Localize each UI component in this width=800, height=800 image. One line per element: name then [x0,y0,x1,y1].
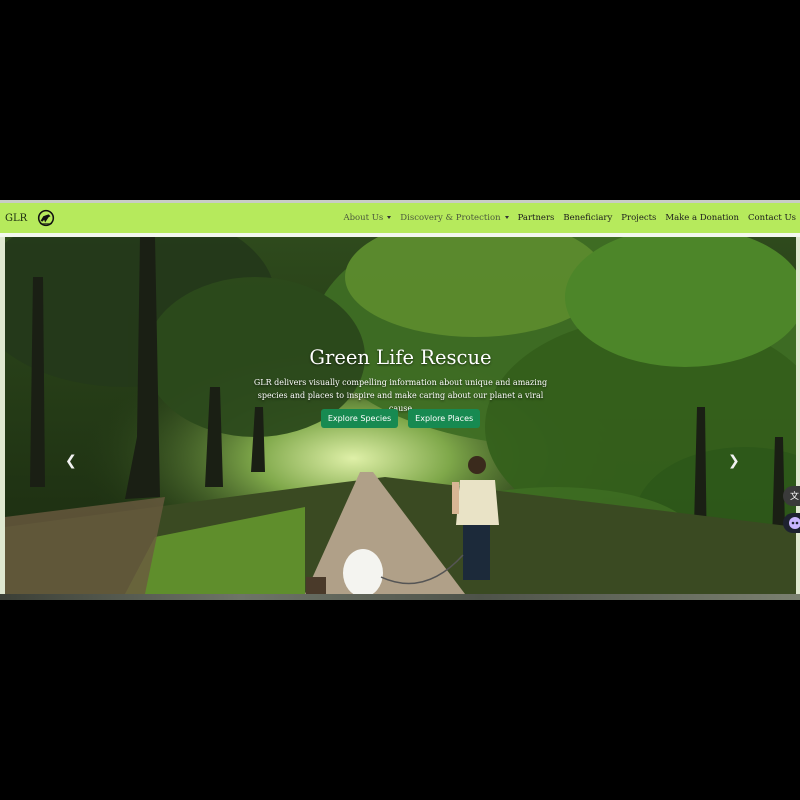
navbar: GLR About Us Discovery & Protection Part… [0,203,800,233]
assistant-icon[interactable] [783,513,800,533]
main-nav: About Us Discovery & Protection Partners… [334,213,796,223]
chevron-right-icon[interactable]: ❯ [728,453,740,469]
chevron-down-icon [387,216,392,219]
translate-icon[interactable]: 文 [783,486,800,506]
page: GLR About Us Discovery & Protection Part… [0,200,800,600]
hero-actions: Explore Species Explore Places [5,409,796,428]
svg-text:文: 文 [790,490,799,502]
hero-title: Green Life Rescue [309,346,492,369]
hero-carousel: Green Life Rescue GLR delivers visually … [5,237,796,594]
chevron-down-icon [504,216,509,219]
nav-projects[interactable]: Projects [621,213,656,223]
nav-discovery-protection[interactable]: Discovery & Protection [400,213,509,223]
brand-name[interactable]: GLR [5,213,27,224]
nav-make-a-donation[interactable]: Make a Donation [665,213,739,223]
bottom-strip [0,594,800,600]
brand[interactable]: GLR [5,209,55,227]
nav-partners[interactable]: Partners [518,213,555,223]
explore-places-button[interactable]: Explore Places [408,409,481,428]
nav-beneficiary[interactable]: Beneficiary [563,213,612,223]
chevron-left-icon[interactable]: ❮ [65,453,77,469]
nav-contact-us[interactable]: Contact Us [748,213,796,223]
dinosaur-logo-icon[interactable] [37,209,55,227]
nav-about-us[interactable]: About Us [343,213,392,223]
explore-species-button[interactable]: Explore Species [320,409,399,428]
